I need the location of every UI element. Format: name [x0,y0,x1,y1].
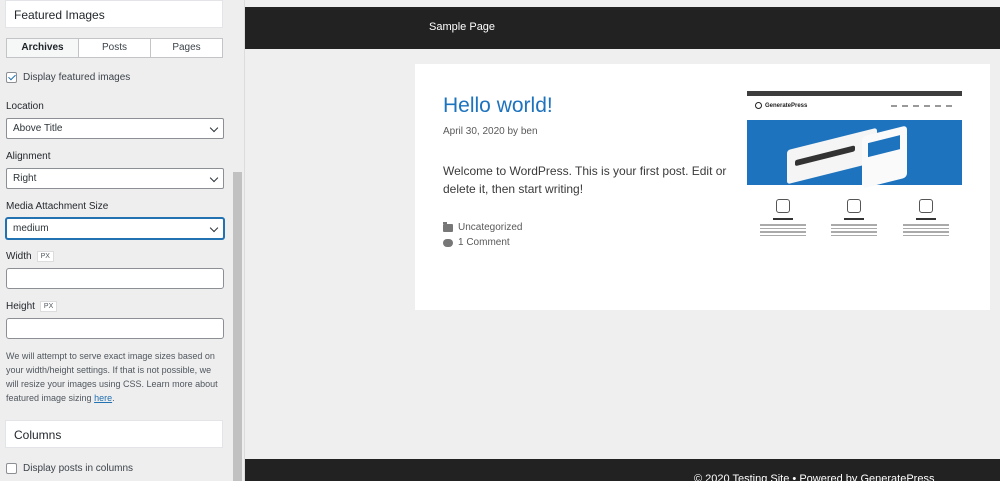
post-comments-link[interactable]: 1 Comment [458,237,510,248]
display-columns-label: Display posts in columns [23,463,134,474]
display-featured-label: Display featured images [23,72,131,83]
post-excerpt: Welcome to WordPress. This is your first… [443,164,727,196]
comment-icon [443,238,453,247]
footer-copyright: © 2020 Testing Site • Powered by Generat… [694,473,935,481]
folder-icon [443,221,453,232]
post-meta: April 30, 2020 by ben [443,126,538,137]
alignment-label: Alignment [6,151,51,162]
featured-image-features [747,199,962,238]
chevron-down-icon [209,123,219,133]
preview-top-strip [245,0,1000,7]
help-link[interactable]: here [94,393,112,403]
post-comments-row: 1 Comment [443,237,510,248]
site-preview: Sample Page Hello world! April 30, 2020 … [245,0,1000,481]
featured-image[interactable]: GeneratePress [747,91,962,261]
height-unit-badge: PX [39,301,58,312]
alignment-select[interactable]: Right [6,168,224,189]
image-size-help-text: We will attempt to serve exact image siz… [6,351,218,403]
height-input[interactable] [6,318,224,339]
display-columns-checkbox[interactable] [6,463,17,474]
brand-logo-icon [755,102,762,109]
site-footer: © 2020 Testing Site • Powered by Generat… [245,459,1000,481]
feather-icon [775,199,790,213]
section-title-columns[interactable]: Columns [5,420,223,448]
sidebar-scrollbar[interactable] [233,172,242,481]
display-featured-row[interactable]: Display featured images [6,72,130,83]
feature-column [825,199,883,238]
width-unit-badge: PX [36,251,54,262]
media-size-select[interactable]: medium [6,218,224,239]
featured-image-topbar [747,91,962,96]
chevron-down-icon [209,223,219,233]
monitor-icon [847,199,862,213]
post-category-link[interactable]: Uncategorized [458,222,522,233]
featured-image-brand: GeneratePress [755,102,807,109]
feature-column [897,199,955,238]
post-card: Hello world! April 30, 2020 by ben Welco… [415,64,990,310]
tab-bar: Archives Posts Pages [6,38,223,58]
site-header: Sample Page [245,7,1000,49]
post-category-row: Uncategorized [443,221,522,233]
post-title[interactable]: Hello world! [443,94,553,118]
display-featured-checkbox[interactable] [6,72,17,83]
layout-icon [919,199,934,213]
customizer-sidebar: Featured Images Archives Posts Pages Dis… [0,0,245,481]
height-label: Height PX [6,301,58,312]
location-label: Location [6,101,44,112]
chevron-down-icon [209,173,219,183]
featured-image-menu [891,105,952,107]
media-size-label: Media Attachment Size [6,201,109,212]
section-title-featured-images: Featured Images [5,0,223,28]
nav-sample-page[interactable]: Sample Page [429,21,495,33]
tab-archives[interactable]: Archives [7,39,79,57]
width-input[interactable] [6,268,224,289]
feature-column [754,199,812,238]
location-select[interactable]: Above Title [6,118,224,139]
width-label: Width PX [6,251,54,262]
display-columns-row[interactable]: Display posts in columns [6,463,133,474]
tab-pages[interactable]: Pages [151,39,222,57]
tab-posts[interactable]: Posts [79,39,151,57]
